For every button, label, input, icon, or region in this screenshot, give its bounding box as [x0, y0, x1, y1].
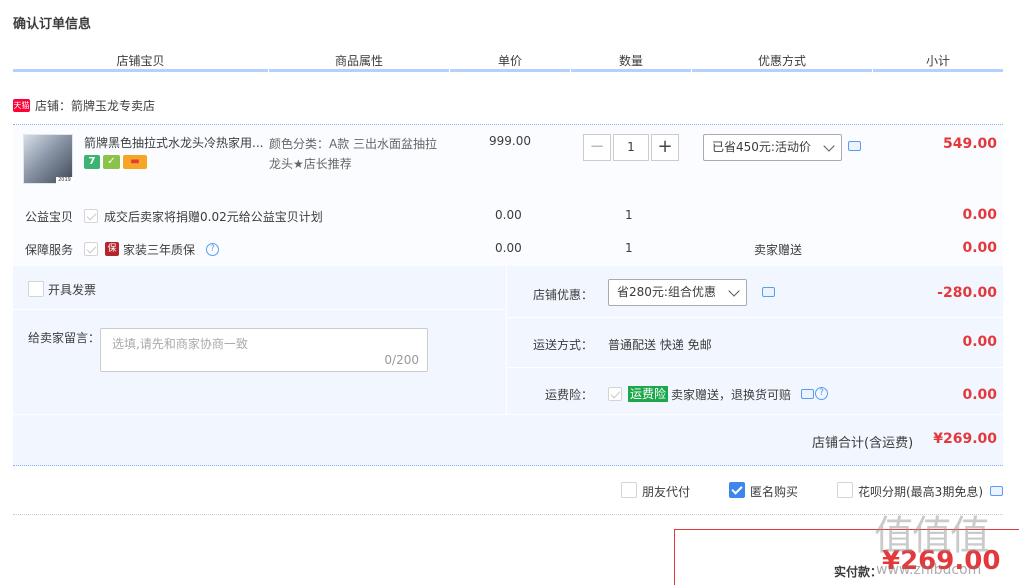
charity-checkbox [84, 209, 98, 223]
message-icon[interactable] [848, 141, 861, 151]
divider [13, 514, 1003, 515]
item-subtotal: 549.00 [942, 136, 997, 152]
seven-day-return-icon: 7 [84, 155, 100, 169]
shipping-amount: 0.00 [962, 334, 997, 350]
unit-price: 999.00 [489, 134, 531, 148]
message-icon[interactable] [762, 287, 775, 297]
friend-pay-checkbox[interactable] [621, 482, 637, 498]
invoice-checkbox[interactable] [28, 281, 44, 297]
tmall-icon: 天猫 [13, 99, 30, 112]
attr-line-2: 龙头★店长推荐 [269, 157, 352, 171]
insurance-checkbox [608, 387, 622, 401]
col-discount: 优惠方式 [757, 54, 806, 68]
anonymous-checkbox[interactable] [729, 482, 745, 498]
charity-label: 公益宝贝 [25, 210, 74, 224]
memo-label: 给卖家留言： [28, 331, 101, 345]
col-store-item: 店铺宝贝 [116, 54, 165, 68]
store-discount-select[interactable]: 省280元:组合优惠 [608, 279, 747, 306]
memo-counter: 0/200 [384, 353, 419, 367]
col-unit-price: 单价 [497, 54, 522, 68]
attr-line-1: 颜色分类：A款 三出水面盆抽拉 [269, 137, 438, 151]
shipping-value: 普通配送 快递 免邮 [608, 338, 712, 352]
product-attributes: 颜色分类：A款 三出水面盆抽拉 龙头★店长推荐 [269, 134, 449, 174]
insurance-amount: 0.00 [962, 387, 997, 403]
message-icon[interactable] [990, 486, 1003, 496]
chevron-down-icon [728, 285, 740, 297]
memo-placeholder: 选填,请先和商家协商一致 [112, 337, 248, 351]
store-discount-value: 省280元:组合优惠 [617, 285, 716, 299]
guarantee-text: 家装三年质保 [123, 243, 196, 257]
col-subtotal: 小计 [925, 54, 950, 68]
pay-label: 实付款： [834, 565, 883, 579]
help-icon[interactable]: ? [206, 243, 219, 256]
memo-textarea[interactable]: 选填,请先和商家协商一致 0/200 [100, 328, 428, 372]
store-total-amount: ¥269.00 [933, 431, 997, 447]
col-quantity: 数量 [618, 54, 643, 68]
store-name-link[interactable]: 店铺：箭牌玉龙专卖店 [35, 97, 155, 114]
product-name-link[interactable]: 箭牌黑色抽拉式水龙头冷热家用... [84, 134, 264, 151]
insurance-tag: 运费险 [628, 386, 669, 402]
credit-card-icon: ▬ [123, 155, 147, 169]
authentic-guarantee-icon: ✓ [103, 155, 120, 169]
invoice-label: 开具发票 [48, 283, 97, 297]
anonymous-label: 匿名购买 [750, 485, 799, 499]
col-attributes: 商品属性 [334, 54, 383, 68]
insurance-text: 卖家赠送，退换货可赔 [671, 388, 792, 402]
guarantee-checkbox [84, 242, 98, 256]
friend-pay-label: 朋友代付 [642, 485, 691, 499]
quantity-increase-button[interactable]: + [651, 134, 679, 161]
table-header: 店铺宝贝 商品属性 单价 数量 优惠方式 小计 [13, 50, 1003, 72]
guarantee-label: 保障服务 [25, 243, 74, 257]
insurance-label: 运费险： [545, 388, 594, 402]
shipping-label: 运送方式： [533, 338, 594, 352]
help-icon[interactable]: ? [815, 387, 828, 400]
chevron-down-icon [823, 140, 835, 152]
item-promo-select[interactable]: 已省450元:活动价 [703, 134, 842, 161]
thumbnail-year-tag: 2019 [56, 177, 73, 184]
huabei-checkbox[interactable] [837, 482, 853, 498]
guarantee-icon: 保 [105, 242, 119, 256]
guarantee-qty: 1 [625, 241, 633, 255]
message-icon[interactable] [801, 389, 814, 399]
store-discount-label: 店铺优惠： [533, 288, 594, 302]
charity-qty: 1 [625, 208, 633, 222]
store-discount-amount: -280.00 [937, 285, 997, 301]
watermark-logo: 值值值 [874, 513, 990, 559]
watermark-url: www.zhibucom [876, 562, 982, 578]
guarantee-method: 卖家赠送 [754, 243, 803, 257]
page-title: 确认订单信息 [13, 17, 92, 32]
charity-price: 0.00 [495, 208, 522, 222]
charity-text: 成交后卖家将捐赠0.02元给公益宝贝计划 [104, 210, 323, 224]
quantity-decrease-button[interactable]: − [583, 134, 611, 161]
charity-subtotal: 0.00 [962, 207, 997, 223]
item-promo-value: 已省450元:活动价 [712, 140, 811, 154]
huabei-label: 花呗分期(最高3期免息) [858, 485, 983, 499]
guarantee-price: 0.00 [495, 241, 522, 255]
quantity-input[interactable]: 1 [613, 134, 649, 161]
guarantee-subtotal: 0.00 [962, 240, 997, 256]
